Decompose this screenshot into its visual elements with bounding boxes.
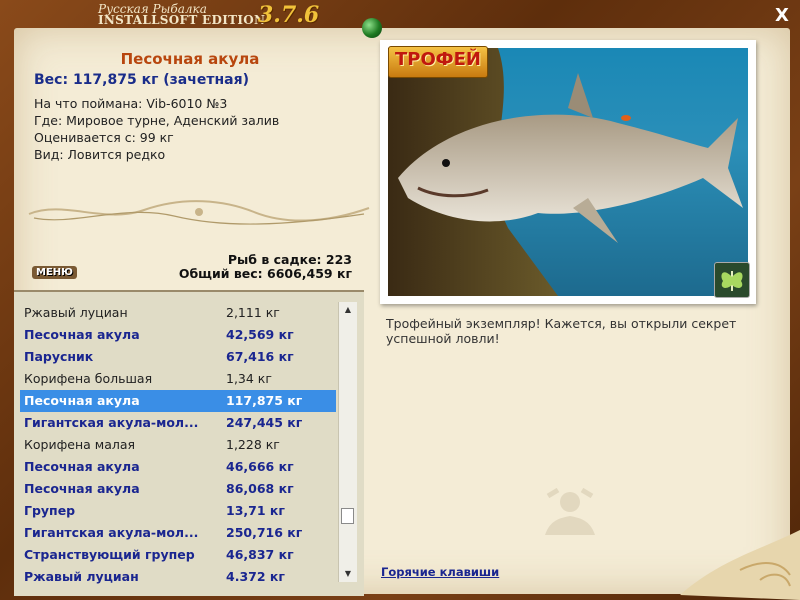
close-button[interactable]: X xyxy=(772,6,792,26)
title-bar: Русская Рыбалка INSTALLSOFT EDITION 3.7.… xyxy=(0,0,800,28)
catch-fish-weight: 67,416 кг xyxy=(226,349,294,364)
catch-fish-name: Корифена малая xyxy=(24,437,136,452)
catch-fish-weight: 42,569 кг xyxy=(226,327,294,342)
scroll-thumb[interactable] xyxy=(341,508,354,524)
catch-list-row[interactable]: Корифена малая 1,228 кг xyxy=(20,434,336,456)
fish-count: Рыб в садке: 223 xyxy=(227,252,352,267)
butterfly-icon[interactable] xyxy=(714,262,750,298)
catch-fish-weight: 86,068 кг xyxy=(226,481,294,496)
catch-fish-weight: 2,111 кг xyxy=(226,305,280,320)
catch-list-row[interactable]: Ржавый луциан 4.372 кг xyxy=(20,566,336,588)
catch-list-row[interactable]: Песочная акула 117,875 кг xyxy=(20,390,336,412)
catch-fish-name: Песочная акула xyxy=(24,327,140,342)
scroll-down-icon[interactable]: ▼ xyxy=(339,566,357,582)
fish-photo xyxy=(388,48,748,296)
catch-fish-weight: 250,716 кг xyxy=(226,525,303,540)
catch-fish-weight: 13,71 кг xyxy=(226,503,285,518)
catch-fish-weight: 1,34 кг xyxy=(226,371,272,386)
catch-list-row[interactable]: Песочная акула 86,068 кг xyxy=(20,478,336,500)
catch-list-row[interactable]: Песочная акула 42,569 кг xyxy=(20,324,336,346)
catch-list-row[interactable]: Гигантская акула-мол... 250,716 кг xyxy=(20,522,336,544)
fish-valued-from: Оценивается с: 99 кг xyxy=(34,130,174,145)
ornament-divider-icon xyxy=(28,200,370,225)
pin-icon xyxy=(362,18,382,38)
scroll-up-icon[interactable]: ▲ xyxy=(339,302,357,318)
catch-fish-name: Песочная акула xyxy=(24,459,140,474)
catch-fish-name: Парусник xyxy=(24,349,94,364)
fish-name: Песочная акула xyxy=(120,50,260,68)
catch-fish-name: Корифена большая xyxy=(24,371,153,386)
catch-list: Ржавый луциан 2,111 кг Песочная акула 42,56… xyxy=(20,302,336,588)
fish-bait: На что поймана: Vib-6010 №3 xyxy=(34,96,228,111)
catch-fish-name: Групер xyxy=(24,503,76,518)
catch-list-row[interactable]: Парусник 67,416 кг xyxy=(20,346,336,368)
catch-fish-name: Гигантская акула-мол... xyxy=(24,415,199,430)
photo-frame xyxy=(380,40,756,304)
catch-fish-weight: 4.372 кг xyxy=(226,569,285,584)
trophy-badge: ТРОФЕЙ xyxy=(388,46,488,78)
catch-list-panel: Ржавый луциан 2,111 кг Песочная акула 42,56… xyxy=(14,290,364,596)
app-title-line2: INSTALLSOFT EDITION xyxy=(98,13,266,27)
catch-fish-name: Странствующий групер xyxy=(24,547,195,562)
catch-fish-weight: 247,445 кг xyxy=(226,415,303,430)
catch-fish-weight: 46,666 кг xyxy=(226,459,294,474)
catch-fish-name: Гигантская акула-мол... xyxy=(24,525,199,540)
catch-list-row[interactable]: Групер 13,71 кг xyxy=(20,500,336,522)
catch-list-row[interactable]: Странствующий групер 46,837 кг xyxy=(20,544,336,566)
total-weight: Общий вес: 6606,459 кг xyxy=(178,266,352,281)
trophy-badge-text: ТРОФЕЙ xyxy=(395,49,481,70)
menu-button[interactable]: МЕНЮ xyxy=(32,266,77,279)
catch-list-row[interactable]: Песочная акула 46,666 кг xyxy=(20,456,336,478)
scrollbar[interactable]: ▲ ▼ xyxy=(338,302,357,582)
catch-list-row[interactable]: Гигантская акула-мол... 247,445 кг xyxy=(20,412,336,434)
hotkeys-link[interactable]: Горячие клавиши xyxy=(381,565,499,579)
catch-fish-weight: 46,837 кг xyxy=(226,547,294,562)
app-version: 3.7.6 xyxy=(258,2,320,28)
fish-weight: Вес: 117,875 кг (зачетная) xyxy=(34,72,249,88)
fish-kind: Вид: Ловится редко xyxy=(34,147,166,162)
fish-description: Трофейный экземпляр! Кажется, вы открыли… xyxy=(386,316,737,346)
catch-fish-name: Песочная акула xyxy=(24,481,140,496)
fish-location: Где: Мировое турне, Аденский залив xyxy=(34,113,280,128)
catch-fish-name: Ржавый луциан xyxy=(24,569,139,584)
catch-list-row[interactable]: Ржавый луциан 2,111 кг xyxy=(20,302,336,324)
catch-fish-weight: 1,228 кг xyxy=(226,437,280,452)
fisherman-silhouette-icon xyxy=(545,487,595,535)
catch-fish-weight: 117,875 кг xyxy=(226,393,303,408)
page-curl-icon xyxy=(680,530,800,600)
catch-list-row[interactable]: Корифена большая 1,34 кг xyxy=(20,368,336,390)
catch-fish-name: Ржавый луциан xyxy=(24,305,128,320)
catch-fish-name: Песочная акула xyxy=(24,393,140,408)
shark-image-icon xyxy=(388,48,743,296)
